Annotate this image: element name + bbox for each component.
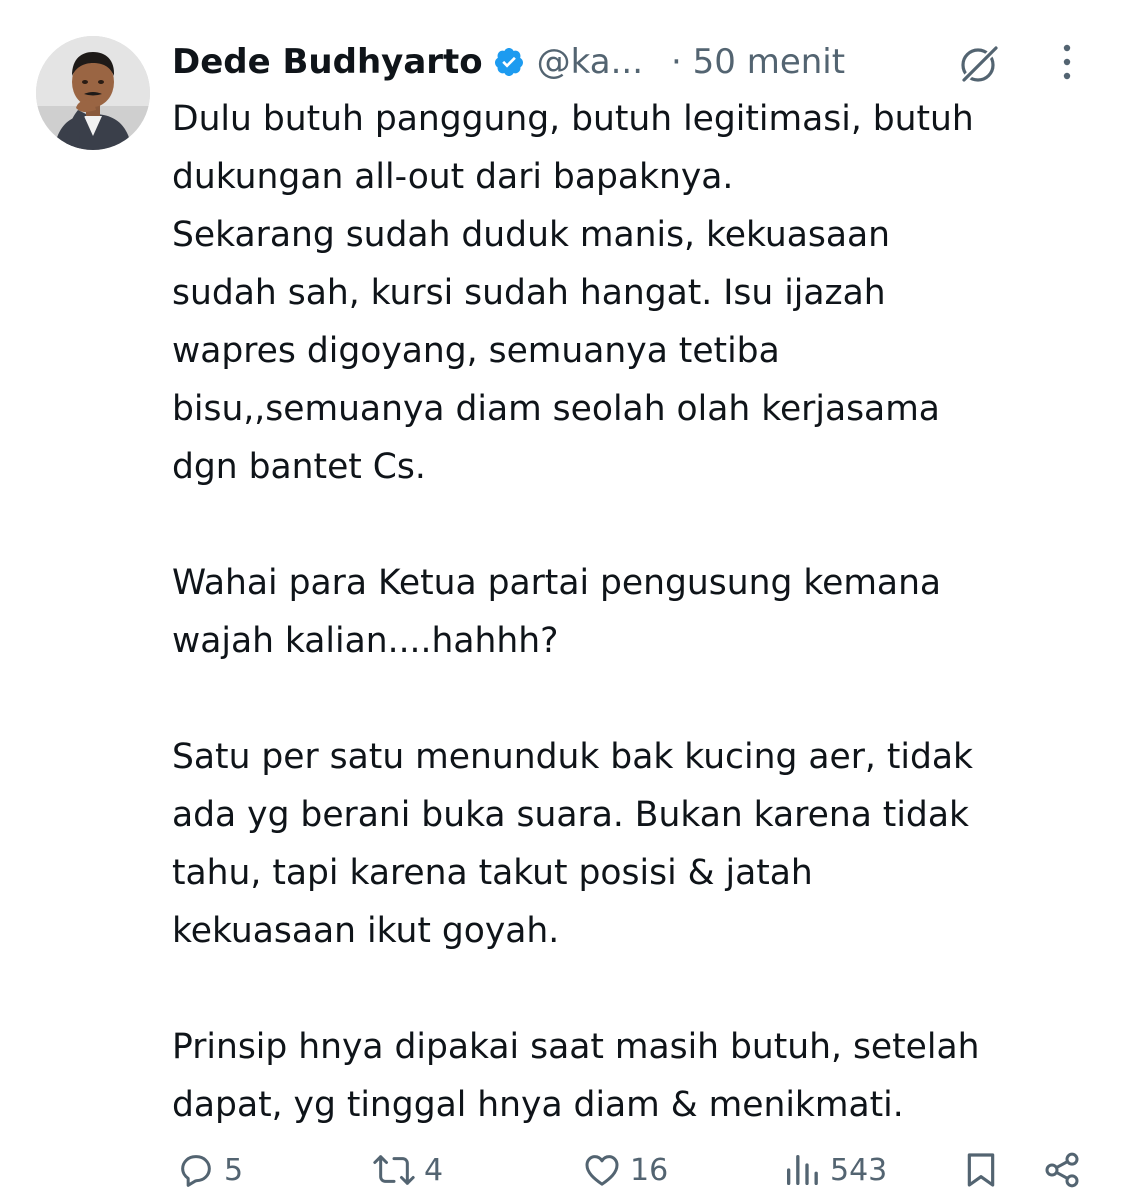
tweet[interactable]: Dede Budhyarto @ka... · 50 menit Dulu bu… xyxy=(0,0,1122,1200)
handle[interactable]: @ka... xyxy=(537,42,643,82)
more-icon[interactable] xyxy=(1052,40,1082,84)
tweet-paragraph: Wahai para Ketua partai pengusung kemana… xyxy=(172,563,942,661)
reply-button[interactable]: 5 xyxy=(176,1146,243,1194)
reply-count: 5 xyxy=(224,1152,244,1188)
timestamp[interactable]: · 50 menit xyxy=(671,42,845,82)
tweet-header: Dede Budhyarto @ka... · 50 menit xyxy=(172,36,1092,88)
tweet-text: Dulu butuh panggung, butuh legitimasi, b… xyxy=(172,90,1102,1134)
bookmark-icon xyxy=(967,1153,995,1187)
share-icon xyxy=(1045,1152,1079,1188)
tweet-paragraph: Prinsip hnya dipakai saat masih butuh, s… xyxy=(172,1027,980,1125)
avatar[interactable] xyxy=(36,36,150,150)
share-button[interactable] xyxy=(1042,1146,1082,1194)
verified-badge-icon[interactable] xyxy=(493,46,525,78)
like-icon xyxy=(585,1155,619,1186)
reply-icon xyxy=(181,1155,211,1187)
retweet-button[interactable]: 4 xyxy=(372,1146,443,1194)
retweet-count: 4 xyxy=(424,1152,444,1188)
action-bar: 5 4 16 543 xyxy=(172,1146,1092,1194)
grok-icon[interactable] xyxy=(956,40,1004,88)
like-count: 16 xyxy=(630,1152,669,1188)
tweet-paragraph: Dulu butuh panggung, butuh legitimasi, b… xyxy=(172,99,974,487)
tweet-paragraph: Satu per satu menunduk bak kucing aer, t… xyxy=(172,737,973,951)
avatar-image xyxy=(36,36,150,150)
views-count: 543 xyxy=(830,1152,888,1188)
views-icon xyxy=(787,1155,818,1185)
views-button[interactable]: 543 xyxy=(782,1146,887,1194)
like-button[interactable]: 16 xyxy=(582,1146,668,1194)
display-name[interactable]: Dede Budhyarto xyxy=(172,42,483,82)
retweet-icon xyxy=(373,1155,415,1185)
bookmark-button[interactable] xyxy=(962,1146,1000,1194)
